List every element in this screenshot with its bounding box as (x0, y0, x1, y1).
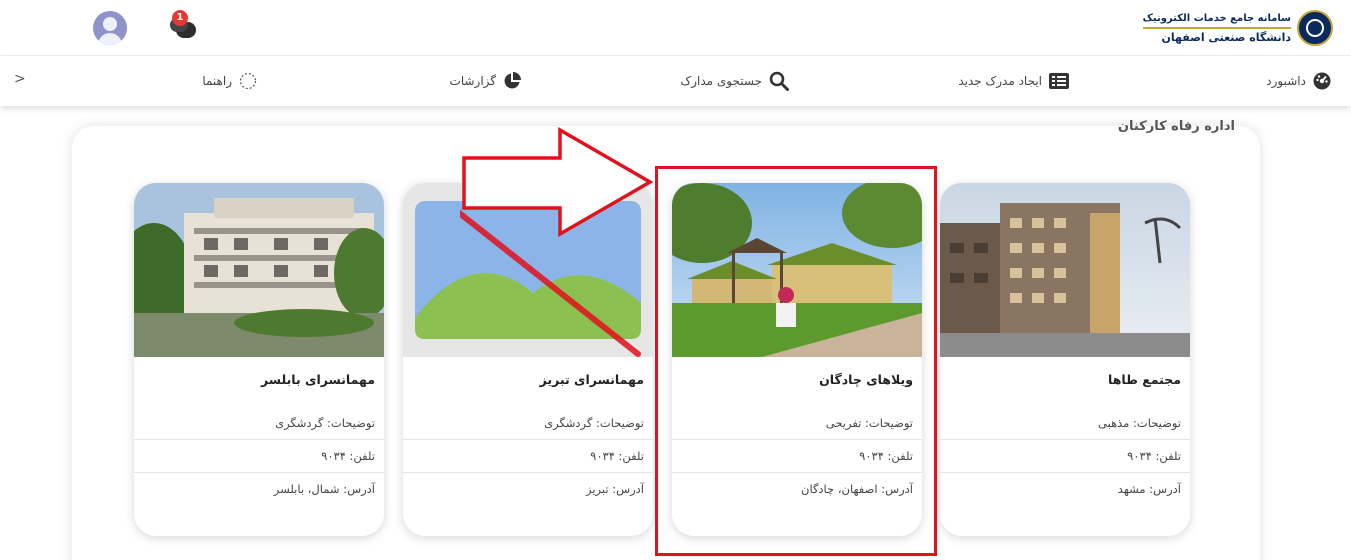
brand-text: سامانه جامع خدمات الکترونیک دانشگاه صنعت… (1142, 12, 1291, 45)
nav-item-label: داشبورد (1266, 74, 1306, 88)
brand-logo[interactable]: سامانه جامع خدمات الکترونیک دانشگاه صنعت… (1142, 9, 1333, 47)
card-title: ویلاهای چادگان (819, 372, 913, 387)
card-tabriz-guesthouse[interactable]: مهمانسرای تبریز توضیحات: گردشگری تلفن: ۹… (403, 183, 653, 536)
card-babolsar-guesthouse[interactable]: مهمانسرای بابلسر توضیحات: گردشگری تلفن: … (134, 183, 384, 536)
help-circle-icon (239, 72, 257, 90)
card-description: توضیحات: گردشگری (134, 407, 384, 440)
card-title: مجتمع طاها (1108, 372, 1181, 387)
pie-chart-icon (503, 72, 521, 90)
nav-item-help[interactable]: راهنما (202, 70, 257, 92)
brand-line1: سامانه جامع خدمات الکترونیک (1142, 12, 1291, 24)
nav-item-label: راهنما (202, 74, 232, 88)
card-description: توضیحات: تفریحی (672, 407, 922, 440)
nav-item-search-documents[interactable]: جستجوی مدارک (680, 70, 789, 92)
brand-rule (1142, 26, 1291, 29)
main-nav: داشبورد ایجاد مدرک جدید جستجوی مدارک گزا… (0, 56, 1351, 106)
nav-item-reports[interactable]: گزارشات (450, 70, 521, 92)
list-icon (1049, 73, 1069, 89)
card-address: آدرس: مشهد (1117, 482, 1181, 496)
university-seal-icon (1297, 10, 1333, 46)
card-phone: تلفن: ۹۰۳۴ (940, 440, 1190, 473)
apartment-building-photo (940, 183, 1190, 357)
nav-collapse-chevron-icon[interactable]: > (14, 71, 26, 87)
user-avatar-icon[interactable] (93, 11, 127, 45)
nav-item-dashboard[interactable]: داشبورد (1266, 70, 1331, 92)
nav-item-create-document[interactable]: ایجاد مدرک جدید (958, 70, 1069, 92)
card-title: مهمانسرای تبریز (539, 372, 644, 387)
card-phone: تلفن: ۹۰۳۴ (403, 440, 653, 473)
nav-item-label: جستجوی مدارک (680, 74, 763, 88)
notification-badge: 1 (172, 10, 188, 26)
section-title: اداره رفاه کارکنان (1117, 119, 1235, 134)
brand-line2: دانشگاه صنعتی اصفهان (1161, 30, 1291, 44)
notifications-button[interactable]: 1 (168, 10, 200, 44)
card-description: توضیحات: گردشگری (403, 407, 653, 440)
card-address: آدرس: اصفهان، چادگان (801, 482, 913, 496)
dashboard-gauge-icon (1313, 72, 1331, 90)
card-chadegan-villas[interactable]: ویلاهای چادگان توضیحات: تفریحی تلفن: ۹۰۳… (672, 183, 922, 536)
guesthouse-building-photo (134, 183, 384, 357)
card-phone: تلفن: ۹۰۳۴ (134, 440, 384, 473)
card-address: آدرس: شمال، بابلسر (273, 482, 375, 496)
nav-item-label: ایجاد مدرک جدید (958, 74, 1042, 88)
card-description: توضیحات: مذهبی (940, 407, 1190, 440)
card-address: آدرس: تبریز (586, 482, 644, 496)
card-phone: تلفن: ۹۰۳۴ (672, 440, 922, 473)
search-icon (769, 71, 789, 91)
image-placeholder-icon (403, 183, 653, 357)
nav-item-label: گزارشات (449, 74, 496, 88)
top-header: سامانه جامع خدمات الکترونیک دانشگاه صنعت… (0, 0, 1351, 56)
card-taha-complex[interactable]: مجتمع طاها توضیحات: مذهبی تلفن: ۹۰۳۴ آدر… (940, 183, 1190, 536)
villa-photo (672, 183, 922, 357)
card-title: مهمانسرای بابلسر (260, 372, 375, 387)
